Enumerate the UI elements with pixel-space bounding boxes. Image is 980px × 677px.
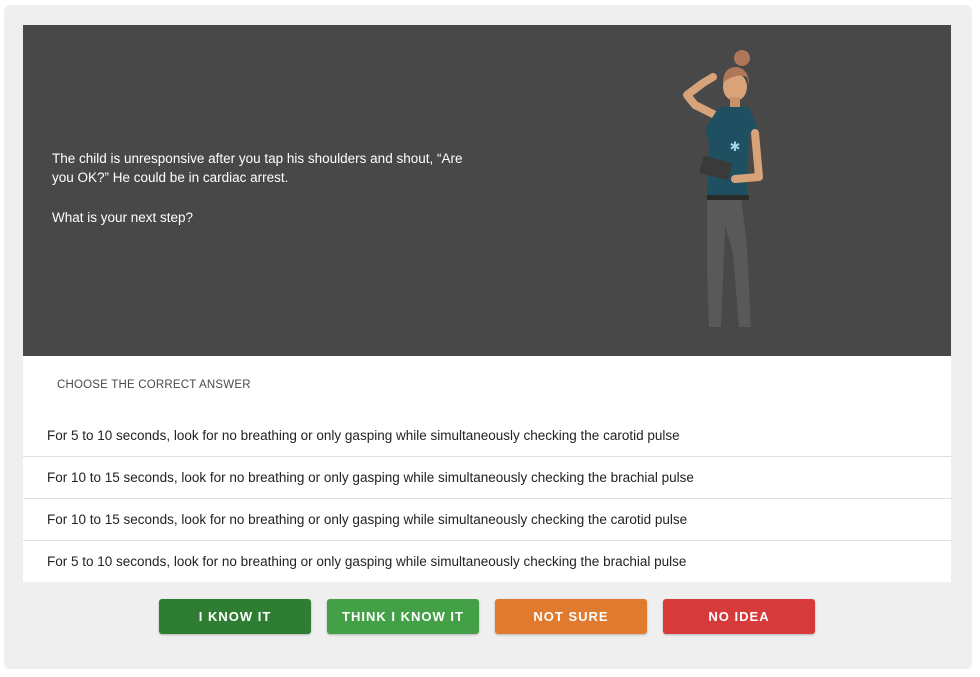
answer-section: CHOOSE THE CORRECT ANSWER For 5 to 10 se… <box>23 356 951 582</box>
question-text: The child is unresponsive after you tap … <box>52 149 482 227</box>
i-know-it-button[interactable]: I KNOW IT <box>159 599 311 634</box>
choose-answer-heading: CHOOSE THE CORRECT ANSWER <box>57 379 251 391</box>
answer-option-1[interactable]: For 5 to 10 seconds, look for no breathi… <box>23 415 951 456</box>
no-idea-button[interactable]: NO IDEA <box>663 599 815 634</box>
star-of-life-icon: ✱ <box>730 140 741 155</box>
answer-option-2[interactable]: For 10 to 15 seconds, look for no breath… <box>23 456 951 497</box>
question-prompt: What is your next step? <box>52 210 194 225</box>
not-sure-button[interactable]: NOT SURE <box>495 599 647 634</box>
answer-option-4[interactable]: For 5 to 10 seconds, look for no breathi… <box>23 540 951 581</box>
question-scenario: The child is unresponsive after you tap … <box>52 151 463 185</box>
think-i-know-it-button[interactable]: THINK I KNOW IT <box>327 599 479 634</box>
medic-with-tablet-illustration: ✱ <box>683 50 763 327</box>
answer-option-3[interactable]: For 10 to 15 seconds, look for no breath… <box>23 498 951 539</box>
question-panel: The child is unresponsive after you tap … <box>23 25 951 356</box>
